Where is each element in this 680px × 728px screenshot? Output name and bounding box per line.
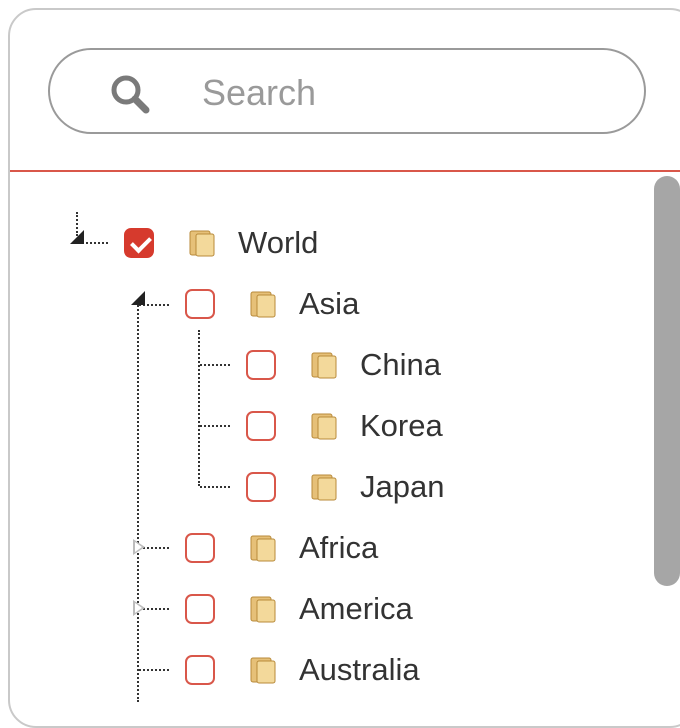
folder-icon	[250, 535, 276, 562]
tree-node-label[interactable]: Africa	[299, 531, 378, 565]
checkbox-australia[interactable]	[185, 655, 215, 685]
tree-node-label[interactable]: Korea	[360, 409, 443, 443]
expander-open-icon[interactable]	[131, 291, 145, 305]
checkbox-china[interactable]	[246, 350, 276, 380]
folder-icon	[189, 230, 215, 257]
tree-guide-line	[198, 330, 200, 486]
folder-icon	[311, 413, 337, 440]
scrollbar-thumb[interactable]	[654, 176, 680, 586]
tree-node-label[interactable]: Australia	[299, 653, 420, 687]
tree-node-label[interactable]: World	[238, 226, 318, 260]
expander-closed-icon[interactable]	[133, 539, 145, 555]
tree-node-label[interactable]: Japan	[360, 470, 444, 504]
folder-icon	[250, 291, 276, 318]
tree-guide-line	[139, 669, 169, 671]
tree-guide-line	[200, 364, 230, 366]
tree-node-label[interactable]: Asia	[299, 287, 359, 321]
expander-closed-icon[interactable]	[133, 600, 145, 616]
checkbox-japan[interactable]	[246, 472, 276, 502]
tree-node-label[interactable]: China	[360, 348, 441, 382]
checkbox-asia[interactable]	[185, 289, 215, 319]
tree: World Asia China Korea Japan Africa Amer…	[10, 10, 650, 702]
checkbox-america[interactable]	[185, 594, 215, 624]
tree-node-label[interactable]: America	[299, 592, 413, 626]
folder-icon	[311, 474, 337, 501]
checkbox-africa[interactable]	[185, 533, 215, 563]
tree-view-panel: World Asia China Korea Japan	[8, 8, 680, 728]
expander-open-icon[interactable]	[70, 230, 84, 244]
tree-guide-line	[200, 425, 230, 427]
checkbox-korea[interactable]	[246, 411, 276, 441]
tree-guide-line	[137, 302, 139, 702]
folder-icon	[250, 596, 276, 623]
tree-guide-line	[200, 486, 230, 488]
folder-icon	[311, 352, 337, 379]
folder-icon	[250, 657, 276, 684]
checkbox-world[interactable]	[124, 228, 154, 258]
